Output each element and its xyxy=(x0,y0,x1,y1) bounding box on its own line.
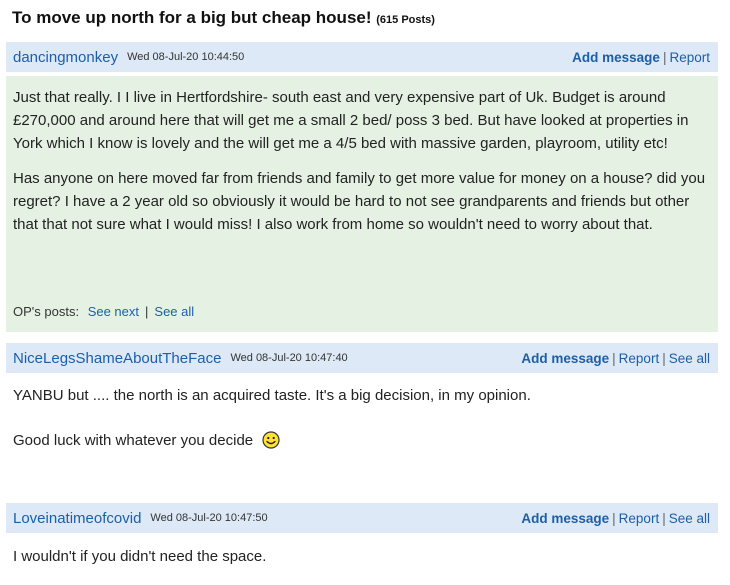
post-paragraph: Just that really. I I live in Hertfordsh… xyxy=(13,89,689,152)
post-paragraph: YANBU but .... the north is an acquired … xyxy=(13,387,531,404)
post-header: dancingmonkey Wed 08-Jul-20 10:44:50 Add… xyxy=(6,42,718,72)
username-link[interactable]: NiceLegsShameAboutTheFace xyxy=(13,350,221,367)
post-count: (615 Posts) xyxy=(376,14,435,26)
see-all-link[interactable]: See all xyxy=(154,304,194,319)
see-all-link[interactable]: See all xyxy=(669,351,710,366)
post-header: NiceLegsShameAboutTheFace Wed 08-Jul-20 … xyxy=(6,343,718,373)
smiley-icon xyxy=(262,431,280,449)
separator: | xyxy=(662,49,667,65)
post-paragraph: I wouldn't if you didn't need the space. xyxy=(13,548,267,565)
add-message-button[interactable]: Add message xyxy=(521,351,609,366)
post-timestamp: Wed 08-Jul-20 10:47:40 xyxy=(230,352,348,364)
see-next-link[interactable]: See next xyxy=(88,304,139,319)
op-posts-bar: OP's posts: See next | See all xyxy=(13,304,194,319)
op-posts-label: OP's posts: xyxy=(13,304,80,319)
post-paragraph: Good luck with whatever you decide xyxy=(13,429,280,452)
add-message-button[interactable]: Add message xyxy=(521,511,609,526)
report-link[interactable]: Report xyxy=(619,351,660,366)
thread-title-text: To move up north for a big but cheap hou… xyxy=(12,8,372,27)
see-all-link[interactable]: See all xyxy=(669,511,710,526)
post-paragraph: Has anyone on here moved far from friend… xyxy=(13,170,706,233)
report-link[interactable]: Report xyxy=(619,511,660,526)
thread-title: To move up north for a big but cheap hou… xyxy=(12,8,435,28)
report-link[interactable]: Report xyxy=(669,50,710,65)
separator: | xyxy=(662,510,666,526)
op-post-body: Just that really. I I live in Hertfordsh… xyxy=(6,76,718,332)
separator: | xyxy=(145,304,149,319)
post-actions: Add message | Report | See all xyxy=(521,351,710,366)
add-message-button[interactable]: Add message xyxy=(572,50,660,65)
separator: | xyxy=(612,350,616,366)
post-actions: Add message | Report xyxy=(572,50,710,65)
post-actions: Add message | Report | See all xyxy=(521,511,710,526)
post-timestamp: Wed 08-Jul-20 10:44:50 xyxy=(127,51,245,63)
separator: | xyxy=(612,510,616,526)
post-paragraph-text: Good luck with whatever you decide xyxy=(13,432,254,449)
separator: | xyxy=(662,350,666,366)
post-timestamp: Wed 08-Jul-20 10:47:50 xyxy=(150,512,268,524)
username-link[interactable]: dancingmonkey xyxy=(13,49,118,66)
username-link[interactable]: Loveinatimeofcovid xyxy=(13,510,141,527)
post-header: Loveinatimeofcovid Wed 08-Jul-20 10:47:5… xyxy=(6,503,718,533)
